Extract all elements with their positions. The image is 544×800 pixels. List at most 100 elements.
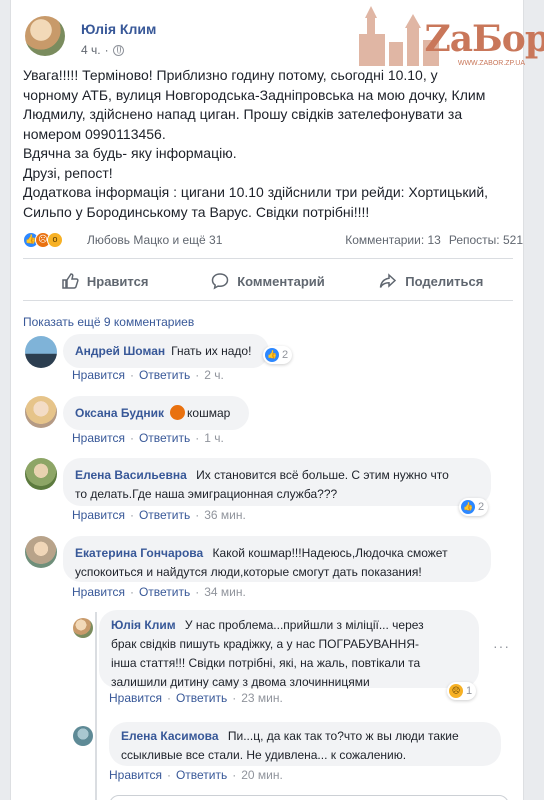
comments-count[interactable]: Комментарии: 13 <box>345 233 441 247</box>
comment-bubble: Екатерина Гончарова Какой кошмар!!!Надею… <box>63 536 491 582</box>
author-name[interactable]: Юлія Клим <box>81 21 156 37</box>
comment-text: Их становится всё больше. С этим нужно ч… <box>196 468 449 482</box>
reply-bubble: Елена Касимова Пи...ц, да как так то?что… <box>109 722 501 766</box>
comment-actions: Нравится · Ответить · 34 мин. <box>72 585 246 599</box>
watermark-text: ZaБор <box>424 18 544 60</box>
reply-text: Пи...ц, да как так то?что ж вы люди таки… <box>227 729 459 743</box>
reply-reaction-count[interactable]: ☹ 1 <box>447 682 477 700</box>
reply-reply-link[interactable]: Ответить <box>176 768 227 782</box>
commenter-avatar[interactable] <box>25 336 57 368</box>
replier-name[interactable]: Елена Касимова <box>121 729 219 743</box>
share-icon <box>380 273 397 288</box>
separator-dot: · <box>195 585 200 599</box>
comment-text: Гнать их надо! <box>171 344 252 358</box>
comment-reply-link[interactable]: Ответить <box>139 585 190 599</box>
like-button-label: Нравится <box>86 273 149 289</box>
commenter-name[interactable]: Оксана Будник <box>75 406 164 420</box>
commenter-name[interactable]: Андрей Шоман <box>75 344 165 358</box>
comment-bubble: Андрей Шоман Гнать их надо! <box>63 334 269 368</box>
comment-bubble: Елена Васильевна Их становится всё больш… <box>63 458 491 506</box>
reply-time[interactable]: 23 мин. <box>241 691 283 705</box>
like-button[interactable]: Нравится <box>23 262 186 300</box>
reply-text: інша стаття!!! Свідки потрібні, які, на … <box>111 656 421 670</box>
divider <box>23 300 513 301</box>
post-text-line: Людмилу, здійснено напад циган. Прошу св… <box>23 106 463 122</box>
reply-actions: Нравится · Ответить · 23 мин. <box>109 691 283 705</box>
comment-time[interactable]: 36 мин. <box>204 508 246 522</box>
comment-reply-link[interactable]: Ответить <box>139 368 190 382</box>
reply-like-link[interactable]: Нравится <box>109 691 162 705</box>
post-text-line: Вдячна за будь- яку інформацію. <box>23 145 237 161</box>
commenter-name[interactable]: Елена Васильевна <box>75 468 187 482</box>
reaction-names[interactable]: Любовь Мацко и ещё 31 <box>87 233 222 247</box>
comment-time[interactable]: 34 мин. <box>204 585 246 599</box>
show-more-comments-link[interactable]: Показать ещё 9 комментариев <box>23 315 194 329</box>
sad-mini-icon: ☹ <box>449 684 463 698</box>
comment-reply-link[interactable]: Ответить <box>139 431 190 445</box>
post-text-line: Сильпо у Бородинському та Варус. Свідки … <box>23 203 370 220</box>
comment-bubble: Оксана Будник кошмар <box>63 396 249 430</box>
reply-actions: Нравится · Ответить · 20 мин. <box>109 768 283 782</box>
separator-dot: · <box>166 691 171 705</box>
separator-dot: · <box>129 368 134 382</box>
comment-reply-link[interactable]: Ответить <box>139 508 190 522</box>
author-avatar[interactable] <box>25 16 65 56</box>
reply-reply-link[interactable]: Ответить <box>176 691 227 705</box>
replier-name[interactable]: Юлія Клим <box>111 618 176 632</box>
commenter-avatar[interactable] <box>25 536 57 568</box>
reaction-count: 2 <box>478 501 485 513</box>
post-text-line: Додаткова інформація : цигани 10.10 здій… <box>23 184 489 200</box>
reply-thread-line <box>95 612 97 800</box>
reaction-count: 2 <box>282 349 289 361</box>
separator-dot: · <box>195 368 200 382</box>
share-button[interactable]: Поделиться <box>350 262 513 300</box>
comment-like-link[interactable]: Нравится <box>72 508 125 522</box>
like-mini-icon: 👍 <box>265 348 279 362</box>
comment-actions: Нравится · Ответить · 2 ч. <box>72 368 224 382</box>
more-options-icon[interactable]: ··· <box>493 638 510 654</box>
comment-actions: Нравится · Ответить · 1 ч. <box>72 431 224 445</box>
globe-icon[interactable] <box>112 44 124 56</box>
comment-like-link[interactable]: Нравится <box>72 585 125 599</box>
reposts-count[interactable]: Репосты: 521 <box>449 233 523 247</box>
comment-time[interactable]: 2 ч. <box>204 368 224 382</box>
reaction-icons[interactable]: 👍 ☹ o <box>23 232 63 248</box>
comment-like-link[interactable]: Нравится <box>72 431 125 445</box>
reply-text: У нас проблема...прийшли з міліції... че… <box>184 618 424 632</box>
post-text: Увага!!!!! Терміново! Приблизно годину п… <box>23 66 523 222</box>
commenter-avatar[interactable] <box>25 396 57 428</box>
wow-reaction-icon: o <box>47 232 63 248</box>
watermark-logo: ZaБор WWW.ZABOR.ZP.UA <box>355 4 544 72</box>
comment-like-link[interactable]: Нравится <box>72 368 125 382</box>
comment-text: кошмар <box>187 406 231 420</box>
commenter-name[interactable]: Екатерина Гончарова <box>75 546 203 560</box>
comment-button-label: Комментарий <box>237 273 325 289</box>
post-text-line: Увага!!!!! Терміново! Приблизно годину п… <box>23 67 438 83</box>
separator-dot: · <box>232 768 237 782</box>
commenter-avatar[interactable] <box>25 458 57 490</box>
comment-time[interactable]: 1 ч. <box>204 431 224 445</box>
reply-text: брак свідків пишуть крадіжку, а у нас ПО… <box>111 637 419 651</box>
comment-icon <box>211 273 229 290</box>
reply-like-link[interactable]: Нравится <box>109 768 162 782</box>
comment-text: Какой кошмар!!!Надеюсь,Людочка сможет <box>212 546 448 560</box>
reply-input[interactable] <box>109 795 509 800</box>
reply-time[interactable]: 20 мин. <box>241 768 283 782</box>
thumbs-up-icon <box>62 273 79 289</box>
separator-dot: · <box>166 768 171 782</box>
comment-reaction-count[interactable]: 👍 2 <box>459 498 489 516</box>
separator-dot: · <box>195 508 200 522</box>
post-card: Юлія Клим 4 ч. · ZaБор WWW.ZABOR.ZP.UA У… <box>10 0 544 800</box>
replier-avatar[interactable] <box>73 618 93 638</box>
comment-reaction-count[interactable]: 👍 2 <box>263 346 293 364</box>
post-actions: Нравится Комментарий Поделиться <box>23 262 513 300</box>
comment-actions: Нравится · Ответить · 36 мин. <box>72 508 246 522</box>
separator-dot: · <box>195 431 200 445</box>
comment-button[interactable]: Комментарий <box>186 262 349 300</box>
reply-bubble: Юлія Клим У нас проблема...прийшли з міл… <box>99 610 479 689</box>
replier-avatar[interactable] <box>73 726 93 746</box>
reply-text: ссыкливые все стали. Не удивлена... к со… <box>121 748 407 762</box>
separator-dot: · <box>129 431 134 445</box>
post-text-line: Друзі, репост! <box>23 164 113 181</box>
post-time[interactable]: 4 ч. <box>81 43 101 57</box>
